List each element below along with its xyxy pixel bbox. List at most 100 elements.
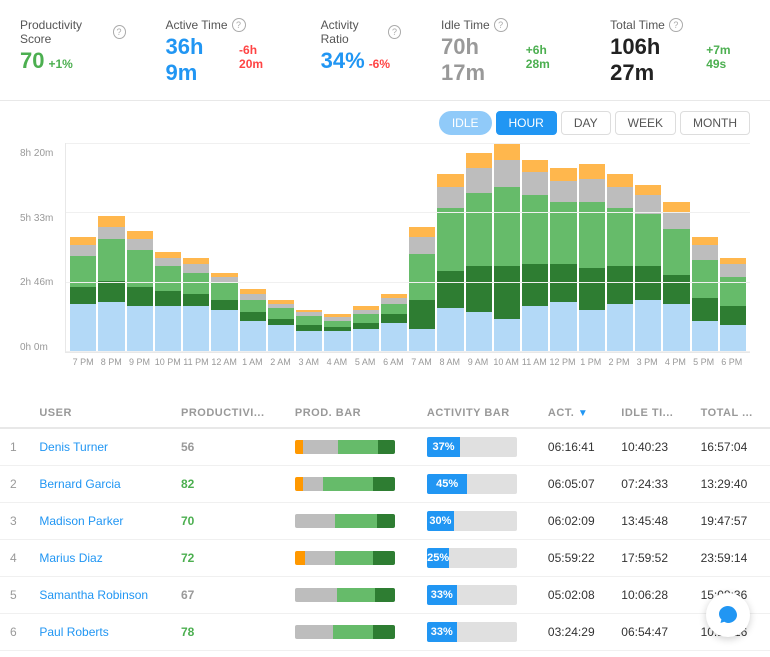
col-activity-bar: ACTIVITY BAR	[417, 399, 538, 428]
user-name: Marius Diaz	[29, 540, 171, 577]
act-time-cell: 05:59:22	[538, 540, 611, 577]
hour-button[interactable]: HOUR	[496, 111, 557, 135]
bar-group	[296, 143, 322, 352]
x-label: 3 AM	[295, 357, 323, 367]
active-time-help[interactable]: ?	[232, 18, 246, 32]
total-time-label: Total Time	[610, 18, 665, 32]
col-total-time: TOTAL ...	[691, 399, 770, 428]
activity-ratio-stat: Activity Ratio ? 34% -6%	[321, 18, 401, 74]
x-label: 11 AM	[520, 357, 548, 367]
x-label: 6 PM	[718, 357, 746, 367]
idle-time-cell: 07:24:33	[611, 466, 690, 503]
idle-time-delta: +6h 28m	[526, 43, 570, 71]
col-productivity: PRODUCTIVI...	[171, 399, 285, 428]
y-label-bottom: 0h 0m	[20, 342, 53, 353]
total-time-stat: Total Time ? 106h 27m +7m 49s	[610, 18, 750, 86]
bar-group	[692, 143, 718, 352]
x-label: 2 AM	[266, 357, 294, 367]
productivity-score-cell: 56	[171, 428, 285, 466]
y-label-mid2: 2h 46m	[20, 277, 53, 288]
bar-group	[353, 143, 379, 352]
activity-ratio-value: 34%	[321, 48, 365, 74]
activity-ratio-help[interactable]: ?	[388, 25, 401, 39]
idle-time-cell: 13:45:48	[611, 503, 690, 540]
total-time-cell: 23:59:14	[691, 540, 770, 577]
table-row: 4 Marius Diaz 72 25% 05:59:22 17:59:52 2…	[0, 540, 770, 577]
x-label: 7 AM	[407, 357, 435, 367]
x-label: 8 AM	[436, 357, 464, 367]
bar-group	[211, 143, 237, 352]
bar-group	[579, 143, 605, 352]
idle-time-stat: Idle Time ? 70h 17m +6h 28m	[441, 18, 570, 86]
y-label-top: 8h 20m	[20, 148, 53, 159]
productivity-score-delta: +1%	[48, 57, 72, 71]
productivity-score-label: Productivity Score	[20, 18, 109, 46]
user-name: Paul Roberts	[29, 614, 171, 651]
col-act-time[interactable]: ACT. ▼	[538, 399, 611, 428]
idle-button[interactable]: IDLE	[439, 111, 492, 135]
prod-bar-cell	[285, 577, 417, 614]
bar-group	[127, 143, 153, 352]
idle-time-help[interactable]: ?	[494, 18, 508, 32]
act-time-cell: 05:02:08	[538, 577, 611, 614]
x-label: 4 AM	[323, 357, 351, 367]
user-name: Madison Parker	[29, 503, 171, 540]
x-label: 1 PM	[577, 357, 605, 367]
bar-group	[70, 143, 96, 352]
activity-bar-cell: 33%	[417, 614, 538, 651]
prod-bar-cell	[285, 466, 417, 503]
table-header: USER PRODUCTIVI... PROD. BAR ACTIVITY BA…	[0, 399, 770, 428]
active-time-delta: -6h 20m	[239, 43, 281, 71]
total-time-cell: 16:57:04	[691, 428, 770, 466]
activity-bar-cell: 33%	[417, 577, 538, 614]
x-label: 5 AM	[351, 357, 379, 367]
productivity-score-cell: 67	[171, 577, 285, 614]
col-idle-time: IDLE TI...	[611, 399, 690, 428]
act-time-cell: 03:24:29	[538, 614, 611, 651]
x-label: 3 PM	[633, 357, 661, 367]
x-label: 8 PM	[97, 357, 125, 367]
bar-group	[437, 143, 463, 352]
bar-group	[663, 143, 689, 352]
productivity-score-cell: 78	[171, 614, 285, 651]
activity-ratio-delta: -6%	[369, 57, 390, 71]
row-number: 5	[0, 577, 29, 614]
prod-bar-cell	[285, 503, 417, 540]
table-section: USER PRODUCTIVI... PROD. BAR ACTIVITY BA…	[0, 399, 770, 651]
user-name: Bernard Garcia	[29, 466, 171, 503]
productivity-score-value: 70	[20, 48, 44, 74]
week-button[interactable]: WEEK	[615, 111, 676, 135]
bar-group	[381, 143, 407, 352]
col-prod-bar: PROD. BAR	[285, 399, 417, 428]
bar-group	[522, 143, 548, 352]
idle-time-cell: 17:59:52	[611, 540, 690, 577]
productivity-score-stat: Productivity Score ? 70 +1%	[20, 18, 126, 74]
x-label: 12 AM	[210, 357, 238, 367]
chat-button[interactable]	[706, 593, 750, 637]
bars-row	[66, 143, 750, 352]
total-time-cell: 13:29:40	[691, 466, 770, 503]
prod-bar-cell	[285, 614, 417, 651]
activity-bar-cell: 45%	[417, 466, 538, 503]
total-time-delta: +7m 49s	[706, 43, 750, 71]
table-body: 1 Denis Turner 56 37% 06:16:41 10:40:23 …	[0, 428, 770, 651]
users-table: USER PRODUCTIVI... PROD. BAR ACTIVITY BA…	[0, 399, 770, 651]
bar-group	[635, 143, 661, 352]
productivity-score-help[interactable]: ?	[113, 25, 126, 39]
row-number: 6	[0, 614, 29, 651]
total-time-help[interactable]: ?	[669, 18, 683, 32]
activity-ratio-label: Activity Ratio	[321, 18, 384, 46]
active-time-label: Active Time	[166, 18, 228, 32]
table-row: 1 Denis Turner 56 37% 06:16:41 10:40:23 …	[0, 428, 770, 466]
x-label: 6 AM	[379, 357, 407, 367]
x-label: 11 PM	[182, 357, 210, 367]
x-label: 1 AM	[238, 357, 266, 367]
activity-bar-cell: 37%	[417, 428, 538, 466]
table-row: 6 Paul Roberts 78 33% 03:24:29 06:54:47 …	[0, 614, 770, 651]
x-label: 5 PM	[689, 357, 717, 367]
day-button[interactable]: DAY	[561, 111, 611, 135]
productivity-score-cell: 72	[171, 540, 285, 577]
month-button[interactable]: MONTH	[680, 111, 750, 135]
chart-section: IDLE HOUR DAY WEEK MONTH 8h 20m 5h 33m 2…	[0, 101, 770, 383]
bar-group	[607, 143, 633, 352]
